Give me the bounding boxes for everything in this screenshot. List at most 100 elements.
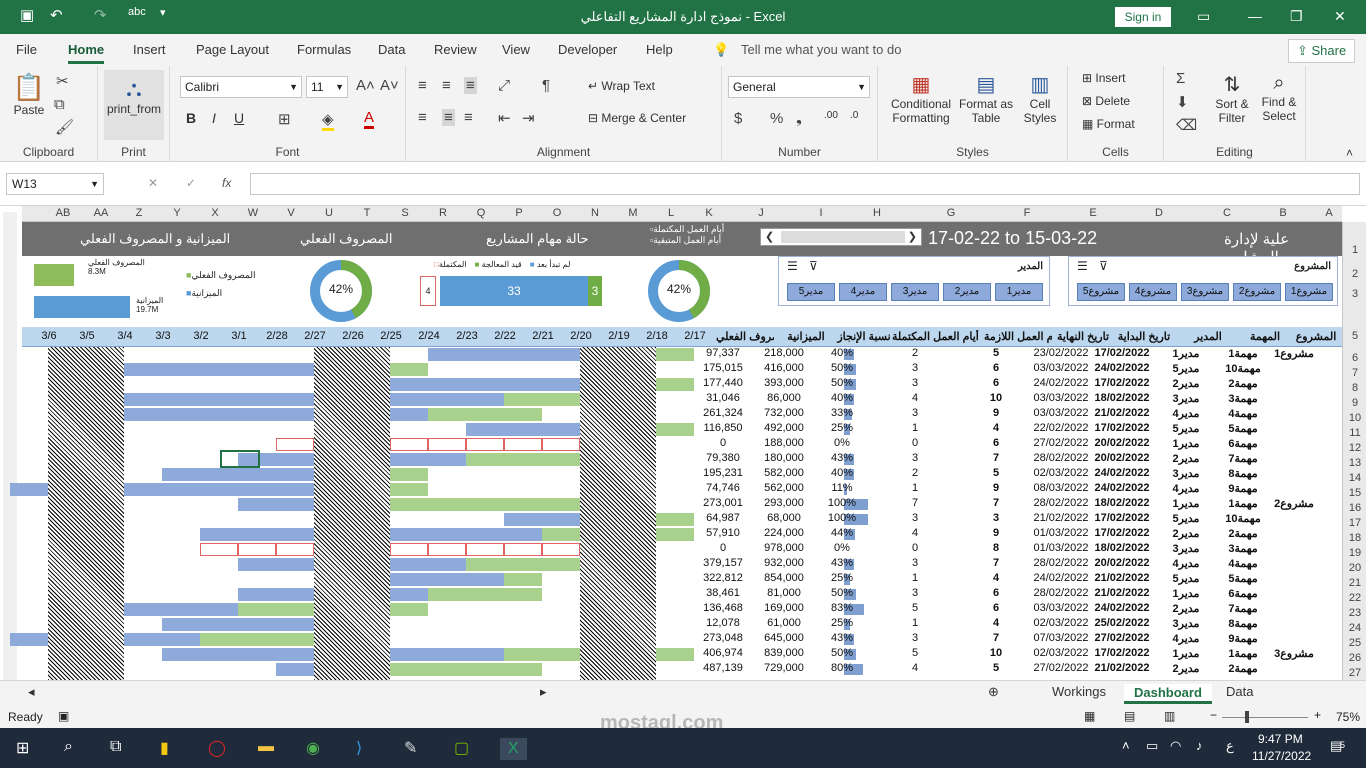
insert-function-icon[interactable]: fx — [222, 176, 231, 190]
table-cell[interactable]: 5 — [870, 602, 960, 614]
table-cell[interactable]: 3 — [870, 557, 960, 569]
column-header[interactable]: F — [1012, 207, 1042, 219]
table-cell[interactable]: 24/02/2022 — [1032, 572, 1090, 584]
wrap-text-button[interactable]: ↵ Wrap Text — [588, 79, 655, 93]
table-cell[interactable]: 25% — [814, 572, 870, 584]
tab-formulas[interactable]: Formulas — [297, 42, 351, 57]
scroll-thumb[interactable] — [781, 231, 905, 243]
table-cell[interactable]: 1 — [870, 422, 960, 434]
column-header[interactable]: M — [618, 207, 648, 219]
align-right-icon[interactable]: ≡ — [464, 109, 473, 126]
collapse-ribbon-icon[interactable]: ˄ — [1346, 146, 1353, 160]
table-cell[interactable]: مشروع1 — [1268, 347, 1320, 360]
table-cell[interactable]: 3 — [870, 452, 960, 464]
sort-filter-button[interactable]: ⇅ Sort & Filter — [1210, 72, 1254, 125]
slicer-manager-item[interactable]: مدير1 — [995, 283, 1043, 301]
table-column-header[interactable]: نسبة الإنجاز — [836, 330, 892, 343]
table-cell[interactable]: 27/02/2022 — [1032, 662, 1090, 674]
tab-view[interactable]: View — [502, 42, 530, 57]
table-cell[interactable]: 74,746 — [694, 482, 752, 494]
table-cell[interactable]: 12,078 — [694, 617, 752, 629]
table-cell[interactable]: 64,987 — [694, 512, 752, 524]
table-cell[interactable]: 28/02/2022 — [1032, 587, 1090, 599]
paste-button[interactable]: 📋 Paste — [12, 72, 46, 117]
table-cell[interactable]: 116,850 — [694, 422, 752, 434]
table-cell[interactable]: 100% — [814, 497, 870, 509]
table-cell[interactable]: 28/02/2022 — [1032, 557, 1090, 569]
align-left-icon[interactable]: ≡ — [418, 109, 427, 126]
table-cell[interactable]: 03/03/2022 — [1032, 392, 1090, 404]
table-cell[interactable]: 3 — [962, 512, 1030, 524]
table-cell[interactable]: 24/02/2022 — [1092, 467, 1152, 479]
font-size-combo[interactable]: 11 ▼ — [306, 76, 348, 98]
tab-help[interactable]: Help — [646, 42, 673, 57]
table-cell[interactable]: مهمة2 — [1220, 662, 1266, 675]
macro-record-icon[interactable]: ▣ — [58, 709, 69, 723]
number-format-combo[interactable]: General ▼ — [728, 76, 870, 98]
table-cell[interactable]: 5 — [870, 647, 960, 659]
table-cell[interactable]: مهمة7 — [1220, 602, 1266, 615]
column-header[interactable]: I — [806, 207, 836, 219]
borders-icon[interactable]: ⊞ — [278, 110, 291, 128]
table-cell[interactable]: مهمة2 — [1220, 377, 1266, 390]
table-cell[interactable]: 03/03/2022 — [1032, 407, 1090, 419]
column-header[interactable]: Q — [466, 207, 496, 219]
fill-color-icon[interactable]: ◈ — [322, 110, 334, 131]
table-cell[interactable]: 4 — [870, 527, 960, 539]
scroll-left-icon[interactable]: ❮ — [765, 230, 774, 243]
table-cell[interactable]: 100% — [814, 512, 870, 524]
row-header[interactable]: 18 — [1343, 532, 1366, 544]
table-cell[interactable]: 21/02/2022 — [1092, 407, 1152, 419]
scroll-right-icon[interactable]: ▸ — [540, 684, 547, 700]
font-color-icon[interactable]: A — [364, 110, 375, 129]
table-column-header[interactable]: عدد أيام العمل المكتملة — [892, 330, 982, 343]
table-cell[interactable]: 7 — [962, 497, 1030, 509]
table-cell[interactable]: 03/03/2022 — [1032, 602, 1090, 614]
name-box[interactable]: W13 ▼ — [6, 173, 104, 195]
normal-view-icon[interactable]: ▦ — [1084, 709, 1095, 723]
slicer-project-item[interactable]: مشروع4 — [1129, 283, 1177, 301]
row-header[interactable]: 19 — [1343, 547, 1366, 559]
enter-icon[interactable]: ✓ — [186, 176, 196, 190]
vertical-scrollbar[interactable] — [3, 212, 17, 680]
table-cell[interactable]: 25% — [814, 422, 870, 434]
column-header[interactable]: U — [314, 207, 344, 219]
table-cell[interactable]: 22/02/2022 — [1032, 422, 1090, 434]
table-cell[interactable]: 3 — [870, 587, 960, 599]
table-cell[interactable]: 3 — [870, 512, 960, 524]
table-cell[interactable]: مدير4 — [1158, 482, 1214, 495]
table-cell[interactable]: 2 — [870, 347, 960, 359]
table-cell[interactable]: مدير5 — [1158, 362, 1214, 375]
scroll-left-icon[interactable]: ◂ — [28, 684, 35, 700]
row-header[interactable]: 2 — [1343, 268, 1366, 280]
table-cell[interactable]: 86,000 — [758, 392, 810, 404]
cancel-icon[interactable]: ✕ — [148, 176, 158, 190]
table-cell[interactable]: مهمة6 — [1220, 437, 1266, 450]
table-cell[interactable]: 492,000 — [758, 422, 810, 434]
table-cell[interactable]: 40% — [814, 392, 870, 404]
zoom-slider[interactable] — [1222, 717, 1308, 718]
table-cell[interactable]: 729,000 — [758, 662, 810, 674]
table-cell[interactable]: 406,974 — [694, 647, 752, 659]
table-cell[interactable]: 261,324 — [694, 407, 752, 419]
cell-styles-button[interactable]: ▥ Cell Styles — [1014, 72, 1066, 125]
clear-filter-icon[interactable]: ⊽ — [809, 259, 818, 273]
sign-in-button[interactable]: Sign in — [1115, 7, 1171, 27]
row-header[interactable]: 16 — [1343, 502, 1366, 514]
table-cell[interactable]: 28/02/2022 — [1032, 452, 1090, 464]
indent-decrease-icon[interactable]: ⇤ — [498, 109, 511, 127]
table-cell[interactable]: 5 — [962, 662, 1030, 674]
row-header[interactable]: 14 — [1343, 472, 1366, 484]
table-cell[interactable]: مشروع3 — [1268, 647, 1320, 660]
table-cell[interactable]: مشروع2 — [1268, 497, 1320, 510]
table-cell[interactable]: مدير3 — [1158, 392, 1214, 405]
table-cell[interactable]: 03/03/2022 — [1032, 362, 1090, 374]
italic-icon[interactable]: I — [212, 110, 216, 126]
table-cell[interactable]: 18/02/2022 — [1092, 542, 1152, 554]
vscode-icon[interactable]: ⟩ — [356, 738, 362, 758]
print-from-button[interactable]: ⛬ print_from — [104, 70, 164, 140]
table-cell[interactable]: 33% — [814, 407, 870, 419]
paint-icon[interactable]: ✎ — [404, 738, 417, 758]
table-cell[interactable]: 17/02/2022 — [1092, 647, 1152, 659]
search-icon[interactable]: ⌕ — [64, 738, 73, 756]
